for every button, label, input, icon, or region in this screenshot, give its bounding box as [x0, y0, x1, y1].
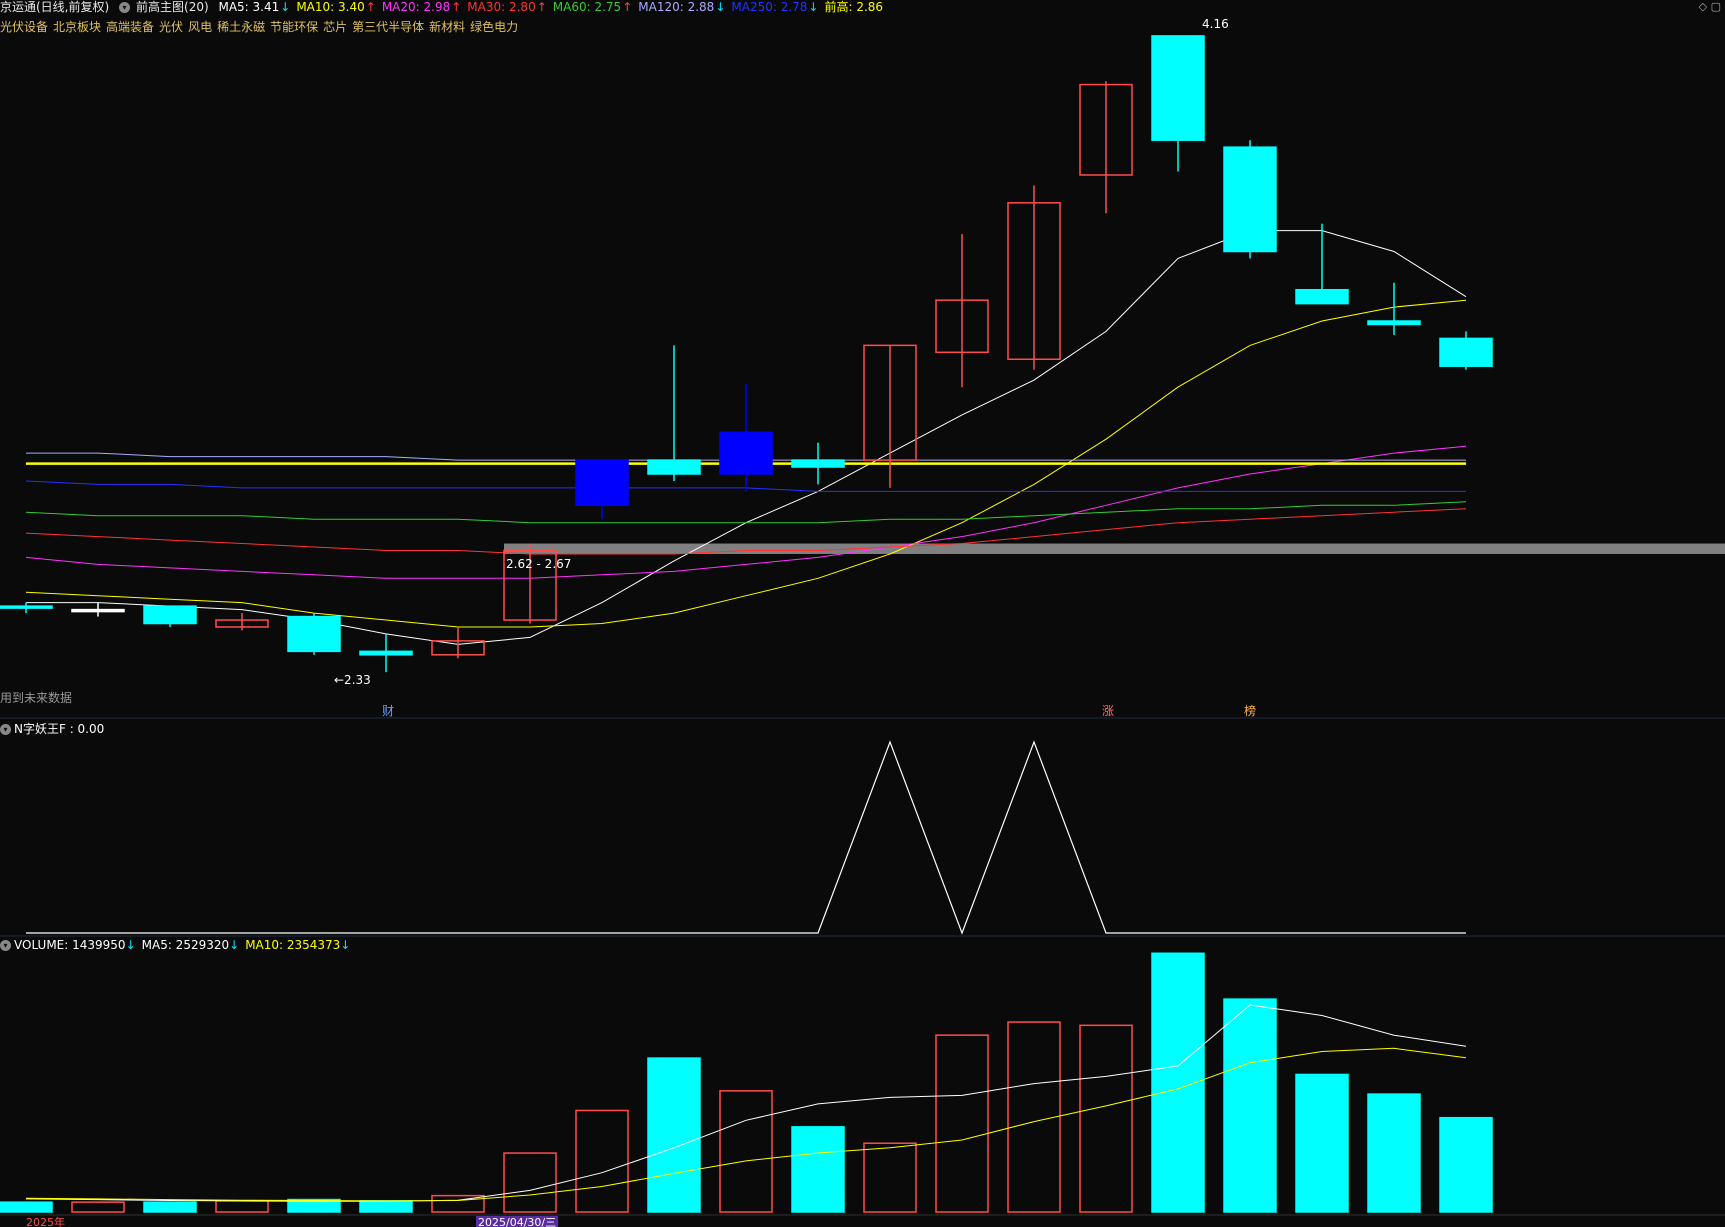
candle-body	[1295, 288, 1349, 305]
volume-bar	[719, 1090, 773, 1213]
volume-bar	[71, 1201, 125, 1213]
candle-body	[287, 615, 341, 653]
low-price-label: ←2.33	[334, 673, 371, 687]
candle-body	[1151, 35, 1205, 141]
volume-bar	[1223, 998, 1277, 1213]
high-price-label: 4.16	[1202, 17, 1229, 31]
support-zone	[504, 543, 1725, 554]
candle-body	[791, 459, 845, 468]
volume-bar	[1007, 1021, 1061, 1213]
volume-value: VOLUME: 1439950	[14, 938, 126, 952]
event-marker: 财	[382, 704, 394, 718]
volume-panel-title[interactable]: ▾ VOLUME: 1439950↓ MA5: 2529320↓ MA10: 2354…	[0, 938, 350, 952]
volume-bar	[647, 1057, 701, 1213]
volume-bar	[863, 1142, 917, 1213]
volume-ma5-arrow-icon: ↓	[229, 938, 240, 952]
volume-bar	[215, 1200, 269, 1213]
volume-bar	[791, 1126, 845, 1213]
n-signal-line	[26, 740, 1466, 935]
volume-panel-toggle-icon[interactable]: ▾	[0, 940, 11, 951]
volume-bar	[143, 1201, 197, 1213]
volume-bar	[0, 1201, 53, 1213]
indicator-panel-value: N字妖王F : 0.00	[14, 722, 105, 736]
volume-ma5: MA5: 2529320	[141, 938, 230, 952]
candle-body	[143, 605, 197, 625]
candle-body	[575, 459, 629, 507]
candle-body	[71, 608, 125, 613]
candle-body	[1223, 146, 1277, 253]
event-marker: 涨	[1102, 703, 1114, 718]
event-marker: 榜	[1244, 703, 1256, 718]
candle-body	[1439, 337, 1493, 367]
volume-bar	[1295, 1073, 1349, 1213]
volume-bar	[359, 1200, 413, 1213]
candle-body	[359, 650, 413, 656]
chart-canvas[interactable]: 4.16 ←2.33 2.62 - 2.67 用到未来数据财 涨 榜 2025年 2025/0…	[0, 0, 1725, 1227]
candle-body	[647, 459, 701, 475]
volume-bar	[935, 1034, 989, 1213]
candle-body	[1367, 320, 1421, 326]
volume-bar	[1367, 1093, 1421, 1213]
volume-ma10-arrow-icon: ↓	[340, 938, 351, 952]
x-axis-year-label: 2025年	[26, 1215, 65, 1227]
candle-body	[719, 431, 773, 475]
indicator-panel-toggle-icon[interactable]: ▾	[0, 724, 11, 735]
volume-arrow-icon: ↓	[125, 938, 136, 952]
indicator-panel-title[interactable]: ▾ N字妖王F : 0.00	[0, 720, 104, 737]
candle-body	[0, 605, 53, 609]
future-data-note: 用到未来数据	[0, 690, 72, 705]
volume-ma10: MA10: 2354373	[245, 938, 341, 952]
x-axis-date-label: 2025/04/30/三	[478, 1216, 556, 1227]
volume-bar	[575, 1109, 629, 1213]
zone-label: 2.62 - 2.67	[506, 557, 571, 571]
volume-bar	[1439, 1116, 1493, 1213]
volume-bar	[1079, 1024, 1133, 1213]
volume-bar	[503, 1152, 557, 1213]
